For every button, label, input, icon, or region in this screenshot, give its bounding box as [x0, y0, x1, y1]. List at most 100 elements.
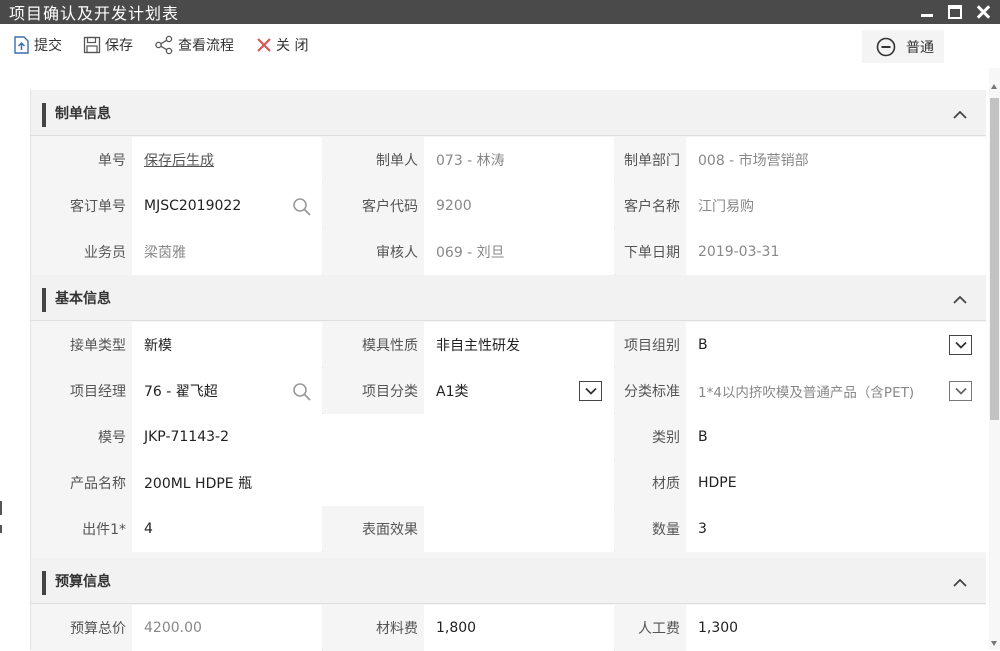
field-label: 人工费 [615, 605, 686, 651]
material-value[interactable]: HDPE [686, 460, 986, 506]
submit-button[interactable]: 提交 [12, 34, 62, 56]
left-edge [0, 68, 3, 650]
floppy-icon [83, 36, 101, 54]
window-title: 项目确认及开发计划表 [9, 4, 180, 23]
kind-value[interactable]: B [686, 414, 986, 460]
form-row: 接单类型 新模 模具性质 非自主性研发 项目组别 B [31, 322, 986, 368]
chevron-down-icon[interactable] [949, 381, 972, 401]
field-label: 制单部门 [615, 137, 686, 183]
category-standard-select[interactable]: 1*4以内挤吹模及普通产品（含PET) [686, 368, 986, 414]
scroll-up-icon[interactable] [991, 84, 997, 89]
section-title: 预算信息 [55, 573, 111, 590]
window-controls [920, 0, 990, 24]
field-label: 项目经理 [31, 368, 132, 414]
magnifier-icon[interactable] [292, 197, 312, 217]
budget-total-value: 4200.00 [132, 605, 322, 651]
field-label: 分类标准 [615, 368, 686, 414]
project-category-select[interactable]: A1类 [424, 368, 614, 414]
doc-no-value: 保存后生成 [132, 137, 322, 183]
share-nodes-icon [155, 35, 173, 55]
mold-no-value[interactable]: JKP-71143-2 [132, 414, 614, 460]
close-button[interactable]: 关 闭 [256, 34, 308, 56]
material-cost-value[interactable]: 1,800 [424, 605, 614, 651]
field-label: 业务员 [31, 229, 132, 275]
chevron-down-icon[interactable] [579, 381, 602, 401]
field-label: 预算总价 [31, 605, 132, 651]
salesman-value: 梁茵雅 [132, 229, 322, 275]
form-row: 模号 JKP-71143-2 类别 B [31, 414, 986, 460]
cust-order-no-input[interactable]: MJSC2019022 [132, 183, 322, 229]
field-label: 出件1* [31, 506, 132, 552]
reviewer-value: 069 - 刘旦 [424, 229, 614, 275]
mode-label: 普通 [906, 39, 934, 56]
form-row: 出件1* 4 表面效果 数量 3 [31, 506, 986, 552]
section-marker [42, 571, 46, 595]
project-group-select[interactable]: B [686, 322, 986, 368]
maximize-icon[interactable] [948, 5, 962, 19]
field-label: 客户代码 [323, 183, 424, 229]
quantity-value[interactable]: 3 [686, 506, 986, 552]
order-date-value: 2019-03-31 [686, 229, 986, 275]
form-row: 单号 保存后生成 制单人 073 - 林涛 制单部门 008 - 市场营销部 [31, 137, 986, 183]
field-label: 审核人 [323, 229, 424, 275]
toolbar: 提交 保存 查看流程 关 闭 [0, 24, 1000, 68]
project-manager-input[interactable]: 76 - 翟飞超 [132, 368, 322, 414]
product-name-value[interactable]: 200ML HDPE 瓶 [132, 460, 614, 506]
section-marker [42, 288, 46, 312]
field-label: 表面效果 [323, 506, 424, 552]
scrollbar-thumb[interactable] [990, 98, 999, 420]
labor-cost-value[interactable]: 1,300 [686, 605, 986, 651]
order-type-value[interactable]: 新模 [132, 322, 322, 368]
form-row: 预算总价 4200.00 材料费 1,800 人工费 1,300 [31, 605, 986, 651]
field-label: 项目分类 [323, 368, 424, 414]
field-label: 类别 [615, 414, 686, 460]
field-label: 下单日期 [615, 229, 686, 275]
section-marker [42, 103, 46, 127]
section-budget-info[interactable]: 预算信息 [31, 558, 986, 604]
form-row: 业务员 梁茵雅 审核人 069 - 刘旦 下单日期 2019-03-31 [31, 229, 986, 275]
section-title: 制单信息 [55, 105, 111, 122]
field-label: 产品名称 [31, 460, 132, 506]
magnifier-icon[interactable] [292, 382, 312, 402]
view-flow-button[interactable]: 查看流程 [154, 34, 234, 56]
mode-toggle[interactable]: 普通 [862, 30, 944, 63]
field-label: 客户名称 [615, 183, 686, 229]
form-row: 项目经理 76 - 翟飞超 项目分类 A1类 分类标准 1*4以内挤吹模及普通产… [31, 368, 986, 414]
mold-nature-value[interactable]: 非自主性研发 [424, 322, 614, 368]
cust-name-value: 江门易购 [686, 183, 986, 229]
submit-label: 提交 [34, 38, 62, 54]
minimize-icon[interactable] [920, 5, 934, 19]
chevron-up-icon[interactable] [953, 578, 967, 587]
window-titlebar: 项目确认及开发计划表 [0, 0, 1000, 24]
field-label: 单号 [31, 137, 132, 183]
close-window-icon[interactable] [976, 5, 990, 19]
form-row: 客订单号 MJSC2019022 客户代码 9200 客户名称 江门易购 [31, 183, 986, 229]
section-basic-info[interactable]: 基本信息 [31, 275, 986, 321]
save-label: 保存 [105, 38, 133, 54]
field-label: 材料费 [323, 605, 424, 651]
cust-code-value: 9200 [424, 183, 614, 229]
field-label: 项目组别 [615, 322, 686, 368]
dept-value: 008 - 市场营销部 [686, 137, 986, 183]
field-label: 数量 [615, 506, 686, 552]
cavities-value[interactable]: 4 [132, 506, 322, 552]
minus-circle-icon [876, 37, 896, 56]
field-label: 接单类型 [31, 322, 132, 368]
vertical-scrollbar[interactable] [989, 68, 1000, 650]
field-label: 模号 [31, 414, 132, 460]
creator-value: 073 - 林涛 [424, 137, 614, 183]
close-label: 关 闭 [276, 38, 309, 54]
section-title: 基本信息 [55, 290, 111, 307]
chevron-up-icon[interactable] [953, 110, 967, 119]
section-order-info[interactable]: 制单信息 [31, 90, 986, 136]
scroll-down-icon[interactable] [991, 641, 997, 646]
field-label: 制单人 [323, 137, 424, 183]
form-row: 产品名称 200ML HDPE 瓶 材质 HDPE [31, 460, 986, 506]
field-label: 模具性质 [323, 322, 424, 368]
upload-doc-icon [14, 36, 29, 54]
chevron-down-icon[interactable] [949, 335, 972, 355]
field-label: 材质 [615, 460, 686, 506]
surface-value[interactable] [424, 506, 614, 552]
save-button[interactable]: 保存 [83, 34, 133, 56]
chevron-up-icon[interactable] [953, 295, 967, 304]
